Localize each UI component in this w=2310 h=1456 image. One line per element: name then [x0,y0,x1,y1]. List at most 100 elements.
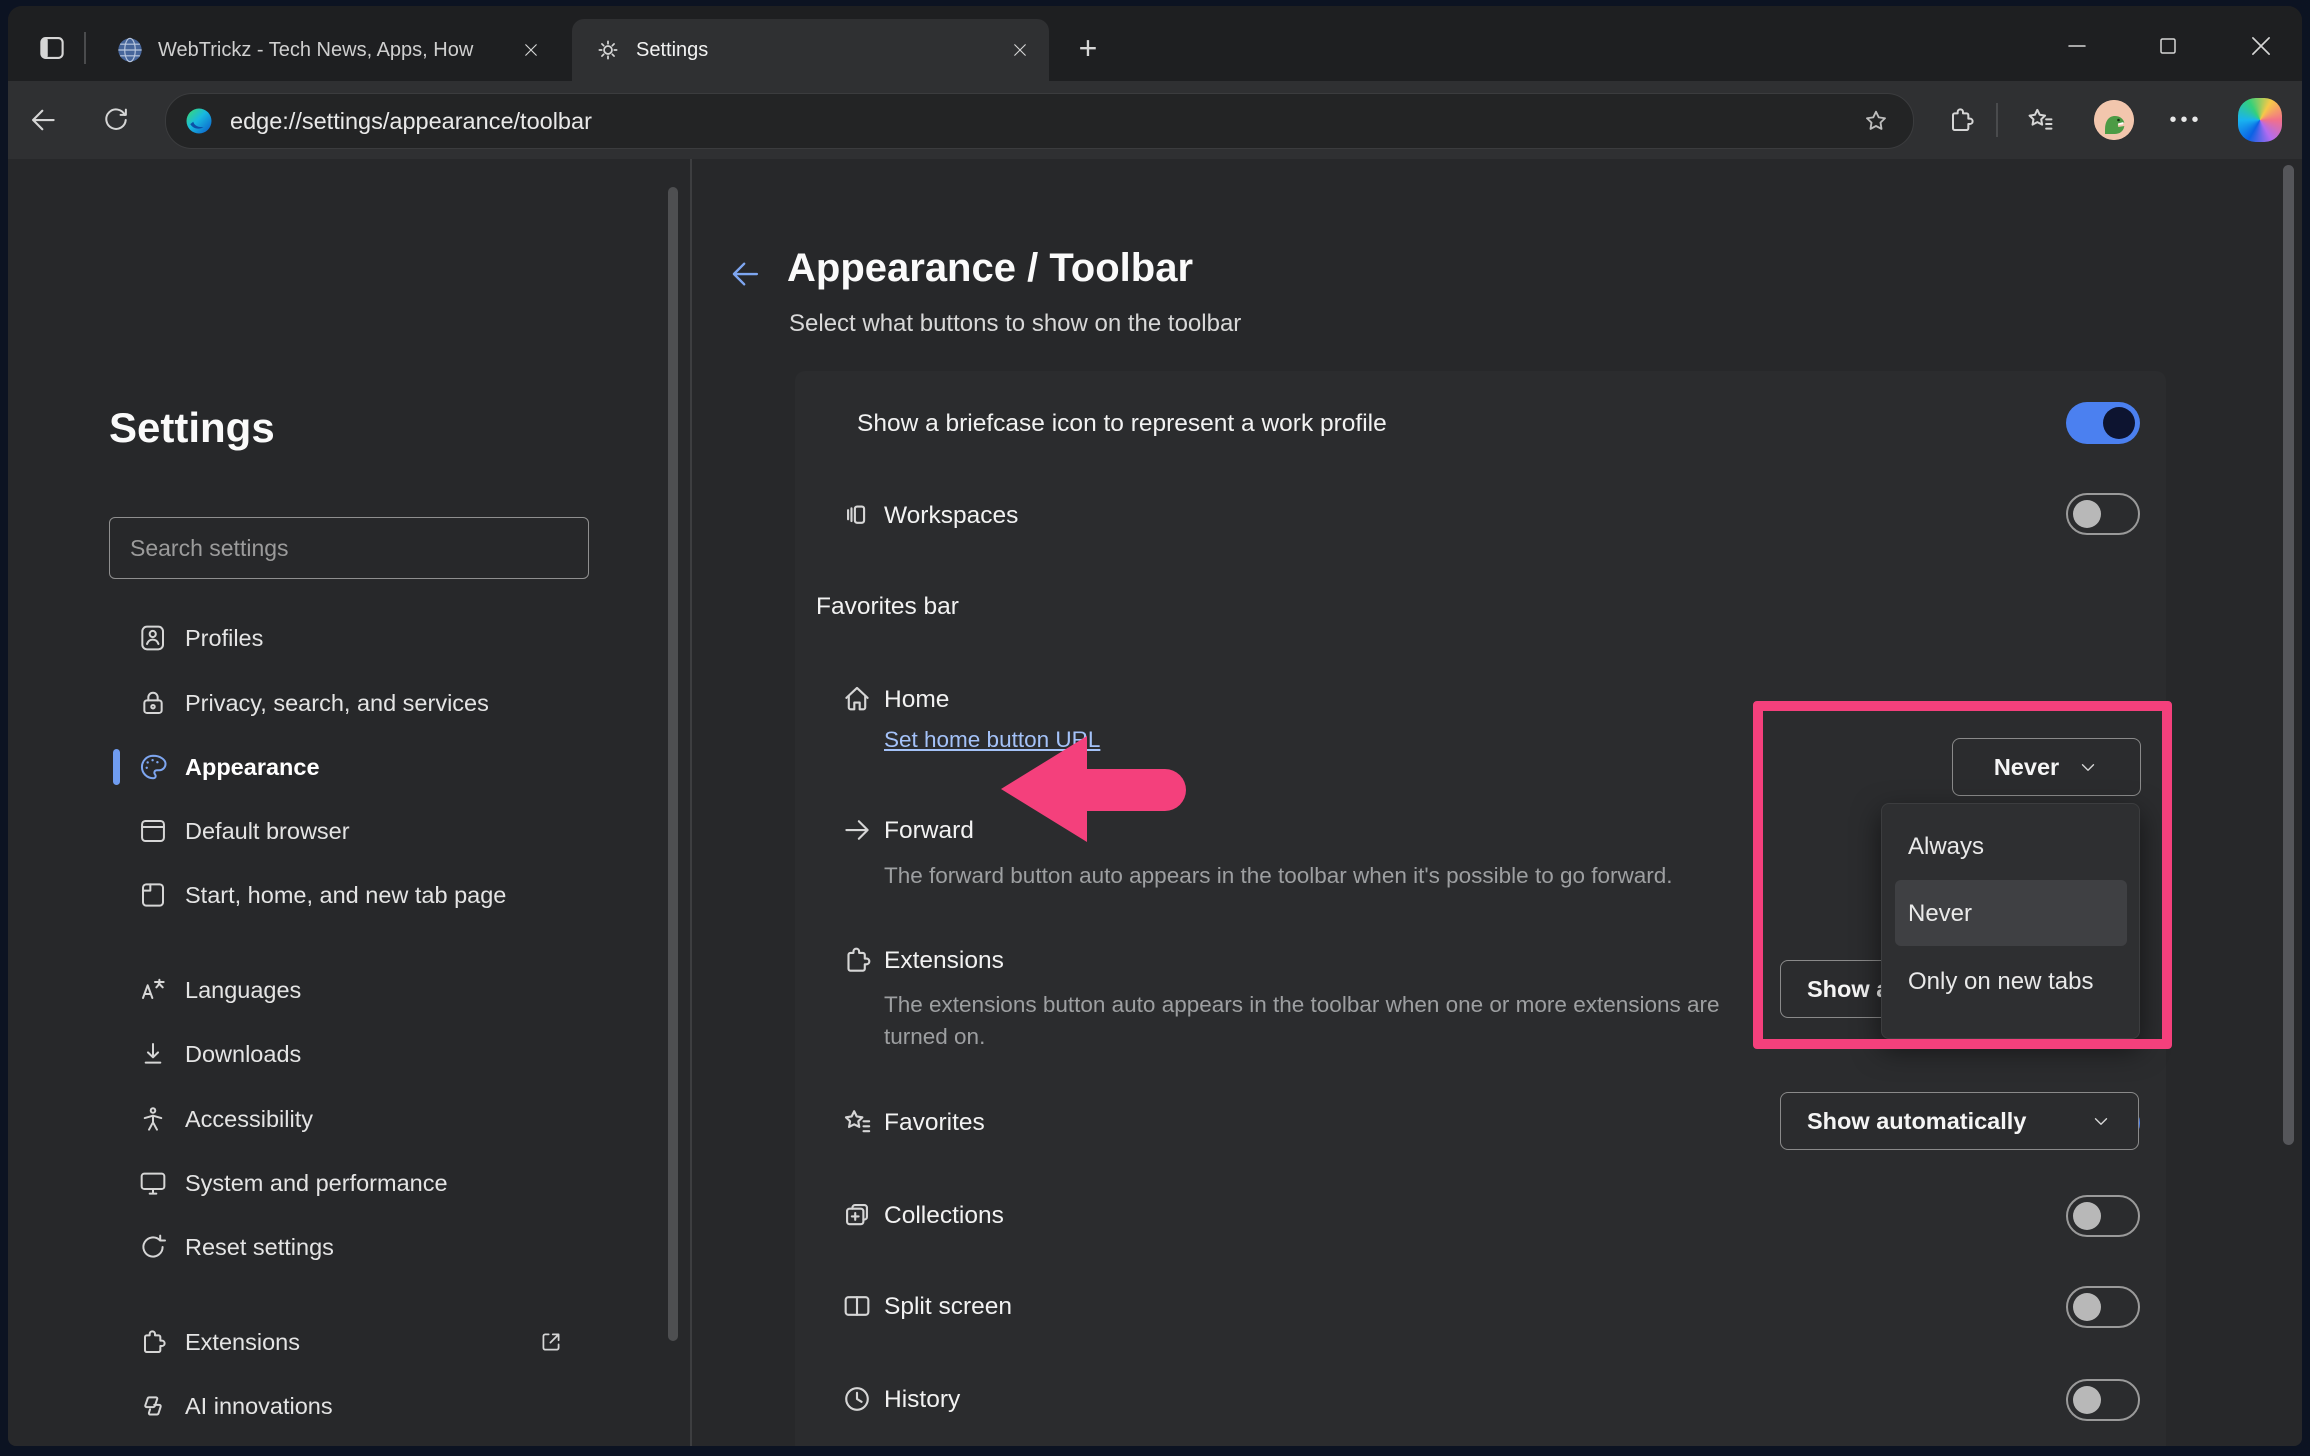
forward-row-description: The forward button auto appears in the t… [884,860,1673,892]
toggle-knob [2073,500,2101,528]
forward-row-label: Forward [884,816,974,846]
external-link-icon [537,1328,565,1356]
sidebar-item-default-browser[interactable]: Default browser [109,799,589,863]
sidebar-item-appearance[interactable]: Appearance [109,735,589,799]
split-screen-icon [840,1289,874,1323]
collections-row-label: Collections [884,1201,1004,1231]
dino-avatar-icon [2094,100,2134,140]
sidebar-item-extensions[interactable]: Extensions [109,1310,589,1374]
menu-option-never[interactable]: Never [1908,899,1972,929]
minimize-button[interactable] [2046,24,2108,68]
search-input[interactable] [110,518,588,578]
tab-close-icon[interactable] [1005,35,1035,65]
favorites-row-label: Favorites [884,1108,985,1138]
puzzle-icon [1945,104,1977,136]
sidebar-item-start-home[interactable]: Start, home, and new tab page [109,863,589,927]
favorites-bar-dropdown-button[interactable]: Never [1952,738,2141,796]
reset-icon [137,1231,169,1263]
extensions-row-label: Extensions [884,946,1004,976]
edge-logo-icon [184,106,214,136]
chevron-down-icon [2077,756,2099,778]
tab-title: WebTrickz - Tech News, Apps, How [158,39,508,62]
split-screen-toggle[interactable] [2066,1286,2140,1328]
dropdown-value: Never [1994,754,2059,781]
briefcase-toggle[interactable] [2066,402,2140,444]
favorite-star-icon[interactable] [1861,106,1891,136]
annotation-arrow-icon [1001,736,1087,842]
lock-icon [137,687,169,719]
extensions-dropdown-button[interactable]: Show automatically [1780,1092,2139,1150]
sidebar-item-label: Privacy, search, and services [185,690,489,717]
profile-avatar[interactable] [2094,100,2134,140]
split-screen-row-label: Split screen [884,1292,1012,1322]
sidebar-item-label: Reset settings [185,1234,334,1261]
sidebar-item-ai-innovations[interactable]: AI innovations [109,1374,589,1438]
sidebar-item-profiles[interactable]: Profiles [109,606,589,670]
extensions-row-description: The extensions button auto appears in th… [884,989,1784,1053]
favorites-list-icon [2024,104,2056,136]
tab-actions-button[interactable] [30,26,74,70]
dropdown-value: Show automatically [1807,1108,2026,1135]
sidebar-item-downloads[interactable]: Downloads [109,1022,589,1086]
puzzle-icon [137,1326,169,1358]
sidebar-item-label: Downloads [185,1041,301,1068]
toggle-knob [2073,1202,2101,1230]
back-button[interactable] [21,98,65,142]
more-menu-button[interactable]: ••• [2160,98,2212,142]
browser-window-frame: WebTrickz - Tech News, Apps, How Setting… [0,0,2310,1456]
sidebar-scrollbar[interactable] [668,187,678,1341]
copilot-icon[interactable] [2238,98,2282,142]
sidebar-item-accessibility[interactable]: Accessibility [109,1087,589,1151]
tab-separator [84,32,86,64]
sidebar-item-label: AI innovations [185,1393,333,1420]
browser-window: WebTrickz - Tech News, Apps, How Setting… [8,6,2302,1446]
sidebar-item-label: Accessibility [185,1106,313,1133]
active-indicator [113,749,120,785]
sidebar-item-privacy[interactable]: Privacy, search, and services [109,671,589,735]
sidebar-item-about[interactable]: About Microsoft Edge [109,1438,589,1446]
sidebar-item-label: Appearance [185,754,320,781]
sidebar-item-label: Profiles [185,625,263,652]
close-button[interactable] [2230,24,2292,68]
back-arrow-icon [726,255,764,293]
menu-option-always[interactable]: Always [1908,832,1984,862]
sidebar-item-label: Start, home, and new tab page [185,882,506,909]
history-toggle[interactable] [2066,1379,2140,1421]
page-scrollbar[interactable] [2283,165,2294,1145]
collections-toggle[interactable] [2066,1195,2140,1237]
address-bar[interactable]: edge://settings/appearance/toolbar [165,93,1914,149]
forward-arrow-icon [840,813,874,847]
sidebar-item-label: Languages [185,977,301,1004]
url-text[interactable]: edge://settings/appearance/toolbar [230,108,1861,135]
tab-close-icon[interactable] [516,35,546,65]
maximize-button[interactable] [2137,24,2199,68]
new-tab-button[interactable]: + [1068,28,1108,68]
accessibility-icon [137,1103,169,1135]
workspaces-toggle[interactable] [2066,493,2140,535]
gear-icon [594,36,622,64]
sidebar-item-languages[interactable]: Languages [109,958,589,1022]
sidebar-item-label: Default browser [185,818,350,845]
tab-settings[interactable]: Settings [572,19,1049,81]
settings-search[interactable] [109,517,589,579]
tab-webtrickz[interactable]: WebTrickz - Tech News, Apps, How [94,19,560,81]
extensions-row-icon [840,943,874,977]
sidebar-item-system[interactable]: System and performance [109,1151,589,1215]
sidebar-title: Settings [109,404,275,452]
palette-icon [137,751,169,783]
toolbar-separator [1996,103,1998,137]
favorites-list-button[interactable] [2018,98,2062,142]
briefcase-row-label: Show a briefcase icon to represent a wor… [857,409,1387,439]
refresh-icon [100,104,132,136]
refresh-button[interactable] [94,98,138,142]
extensions-button[interactable] [1939,98,1983,142]
favorites-row-icon [840,1105,874,1139]
toggle-knob [2073,1293,2101,1321]
settings-back-button[interactable] [723,252,767,296]
settings-page: Settings Profiles Privacy, search, and s… [8,159,2302,1446]
toggle-knob [2073,1386,2101,1414]
sidebar-item-reset[interactable]: Reset settings [109,1215,589,1279]
page-title: Appearance / Toolbar [787,246,1193,291]
globe-icon [116,36,144,64]
menu-option-only-new-tabs[interactable]: Only on new tabs [1908,967,2093,997]
